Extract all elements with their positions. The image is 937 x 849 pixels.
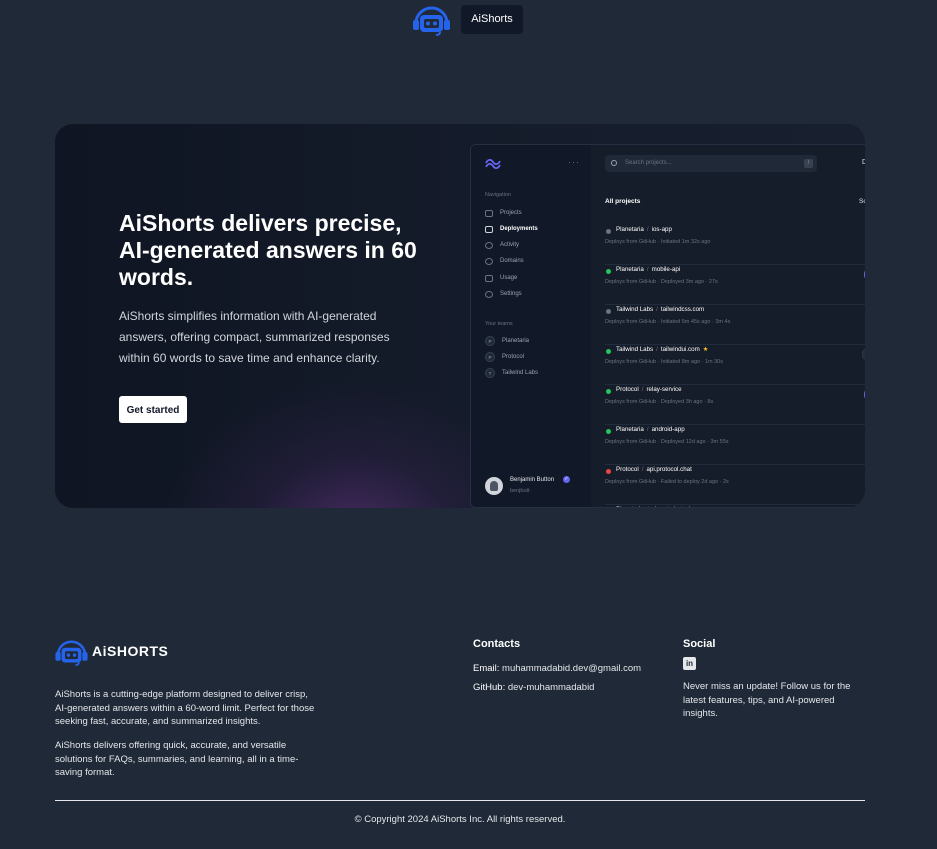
preview-nav-domains: Domains [485,255,524,267]
project-row: Protocol / api.protocol.chat Deploys from G… [605,464,865,505]
project-name: Protocol / api.protocol.chat [616,466,692,473]
status-dot [606,309,611,314]
aishorts-logo-icon[interactable] [413,6,450,36]
footer-logo-icon [55,640,88,666]
nav-section-label: Navigation [485,192,511,198]
gear-icon [485,290,493,298]
github-link[interactable]: dev-muhammadabid [508,682,595,693]
footer-brand: AiSHORTS [92,643,169,659]
app-preview-screenshot: ··· Navigation Projects Deployments Acti… [470,144,865,508]
project-name: Planetaria / ios-app [616,226,672,233]
project-name: Planetaria/planetaria.tech [616,506,695,507]
project-meta: Deploys from GitHub · Deployed 12d ago ·… [605,439,729,445]
github-contact: GitHub: dev-muhammadabid [473,682,594,693]
preview-nav-usage: Usage [485,272,517,284]
top-nav: AiShorts [0,5,937,36]
preview-team-item: P Planetaria [485,335,529,347]
hero-section: AiShorts delivers precise, AI-generated … [55,124,865,508]
environment-badge: Previe [862,348,865,361]
team-avatar: T [485,368,495,378]
more-icon: ··· [568,157,580,167]
user-handle: benjbutt [510,488,530,494]
preview-nav-settings: Settings [485,288,522,300]
project-meta: Deploys from GitHub · Deployed 3m ago · … [605,279,718,285]
project-name: Protocol / relay-service [616,386,682,393]
footer-divider [55,800,865,801]
preview-nav-deployments: Deployments [485,223,538,235]
preview-header-right: D [862,159,865,166]
environment-badge: Production [864,268,865,281]
status-dot [606,429,611,434]
project-meta: Deploys from GitHub · Initiated 1m 32s a… [605,239,711,245]
project-meta: Deploys from GitHub · Initiated 5m 45s a… [605,319,731,325]
status-dot [606,389,611,394]
copyright: © Copyright 2024 AiShorts Inc. All right… [354,814,566,825]
avatar [485,477,503,495]
tailwind-logo-icon [485,159,501,169]
chart-icon [485,274,493,282]
verified-icon: ✓ [563,476,570,483]
star-icon: ★ [702,346,709,353]
signal-icon [485,241,493,249]
shortcut-key: / [804,159,813,168]
preview-main: Search projects... / D All projects So P… [591,145,865,507]
status-dot [606,469,611,474]
project-name: Tailwind Labs / tailwindcss.com [616,306,705,313]
preview-team-item: P Protocol [485,351,524,363]
teams-section-label: Your teams [485,321,513,327]
linkedin-icon[interactable]: in [683,657,696,670]
preview-sidebar: ··· Navigation Projects Deployments Acti… [471,145,591,507]
social-text: Never miss an update! Follow us for the … [683,681,851,719]
project-row: Tailwind Labs / tailwindui.com ★ Deploys fro… [605,344,865,385]
preview-team-item: T Tailwind Labs [485,367,538,379]
footer-about-2: AiShorts delivers offering quick, accura… [55,740,299,778]
footer-about-1: AiShorts is a cutting-edge platform desi… [55,689,315,727]
email-contact: Email: muhammadabid.dev@gmail.com [473,663,641,674]
project-row: Tailwind Labs / tailwindcss.com Deploys fro… [605,304,865,345]
user-name: Benjamin Button [510,477,555,483]
project-row: Protocol / relay-service Deploys from GitHu… [605,384,865,425]
status-dot [606,269,611,274]
team-avatar: P [485,336,495,346]
search-icon [611,160,617,166]
project-row: Planetaria/planetaria.tech [605,504,865,507]
environment-badge: Production [864,388,865,401]
projects-heading: All projects [605,198,641,205]
folder-icon [485,209,493,217]
globe-icon [485,257,493,265]
project-row: Planetaria / mobile-api Deploys from GitHub… [605,264,865,305]
contacts-heading: Contacts [473,638,521,650]
status-dot [606,349,611,354]
preview-search: Search projects... / [605,155,817,172]
status-dot [606,229,611,234]
social-heading: Social [683,638,716,650]
team-avatar: P [485,352,495,362]
get-started-button[interactable]: Get started [119,396,187,423]
preview-user: Benjamin Button ✓ benjbutt [485,475,585,497]
server-icon [485,225,493,233]
hero-description: AiShorts simplifies information with AI-… [119,309,390,365]
sort-label: So [859,198,865,205]
project-row: Planetaria / android-app Deploys from GitHu… [605,424,865,465]
email-label: Email: [473,663,500,674]
project-meta: Deploys from GitHub · Failed to deploy 2… [605,479,729,485]
project-row: Planetaria / ios-app Deploys from GitHub · … [605,224,865,265]
project-name: Planetaria / mobile-api [616,266,681,273]
preview-nav-activity: Activity [485,239,519,251]
github-label: GitHub: [473,682,506,693]
email-link[interactable]: muhammadabid.dev@gmail.com [502,663,641,674]
project-name: Planetaria / android-app [616,426,685,433]
project-meta: Deploys from GitHub · Initiated 8m ago ·… [605,359,723,365]
project-name: Tailwind Labs / tailwindui.com ★ [616,346,709,353]
project-meta: Deploys from GitHub · Deployed 3h ago · … [605,399,714,405]
preview-nav-projects: Projects [485,207,522,219]
brand-link[interactable]: AiShorts [461,5,523,34]
hero-title: AiShorts delivers precise, AI-generated … [119,210,417,290]
